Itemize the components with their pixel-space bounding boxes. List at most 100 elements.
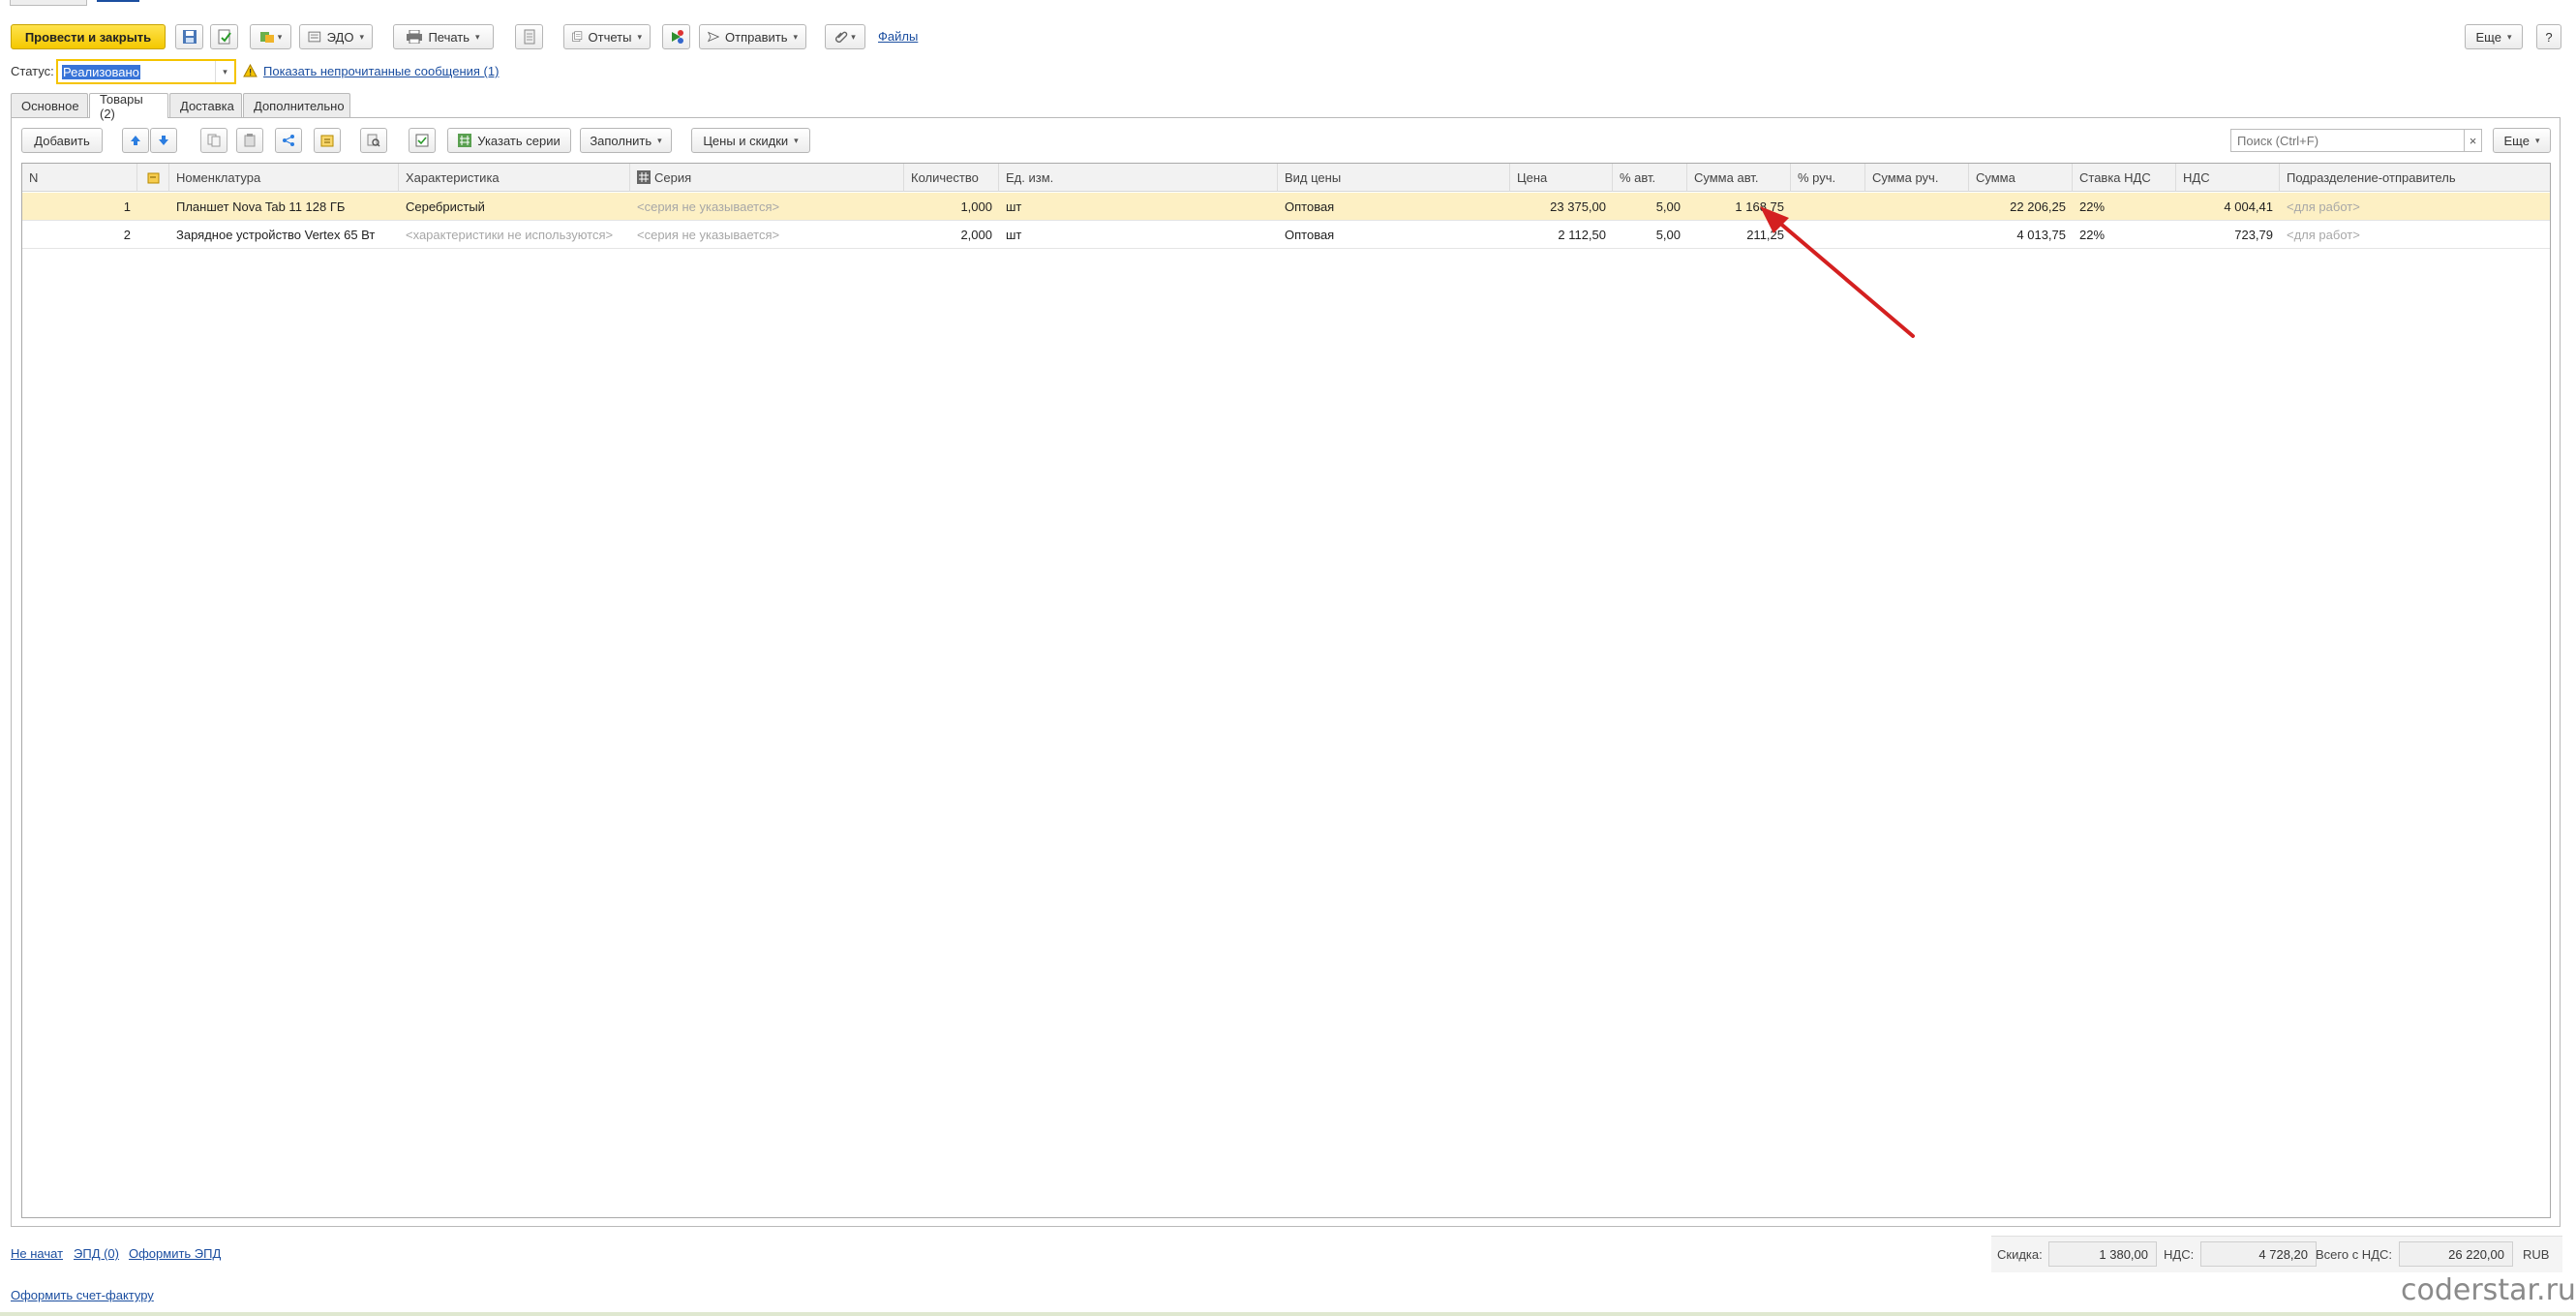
post-button[interactable] (210, 24, 238, 49)
cell-item[interactable]: Зарядное устройство Vertex 65 Вт (169, 221, 399, 249)
move-down-button[interactable] (150, 128, 177, 153)
cell-sum[interactable]: 4 013,75 (1969, 221, 2073, 249)
cell-price-type[interactable]: Оптовая (1278, 221, 1510, 249)
cell-price[interactable]: 2 112,50 (1510, 221, 1613, 249)
cell-characteristic[interactable]: Серебристый (399, 193, 630, 221)
search-input[interactable] (2230, 129, 2465, 152)
close-icon: × (2469, 133, 2477, 148)
make-epd-link[interactable]: Оформить ЭПД (129, 1246, 221, 1261)
not-started-link[interactable]: Не начат (11, 1246, 63, 1261)
grand-total-value: 26 220,00 (2399, 1241, 2513, 1267)
copy-row-button[interactable] (200, 128, 227, 153)
create-based-on-button[interactable]: ▾ (250, 24, 291, 49)
column-header-series[interactable]: Серия (630, 164, 904, 192)
cell-vat[interactable]: 4 004,41 (2176, 193, 2280, 221)
chevron-down-icon: ▾ (359, 31, 364, 42)
column-header-qty[interactable]: Количество (904, 164, 999, 192)
specify-series-button[interactable]: Указать серии (447, 128, 571, 153)
hash-icon (637, 170, 651, 184)
status-dropdown-button[interactable]: ▾ (215, 61, 234, 82)
cell-series[interactable]: <серия не указывается> (630, 221, 904, 249)
column-header-n[interactable]: N (22, 164, 137, 192)
add-row-button[interactable]: Добавить (21, 128, 103, 153)
cell-item[interactable]: Планшет Nova Tab 11 128 ГБ (169, 193, 399, 221)
cell-characteristic[interactable]: <характеристики не используются> (399, 221, 630, 249)
status-select[interactable]: Реализовано ▾ (56, 59, 236, 84)
column-header-icon[interactable] (137, 164, 169, 192)
annotation-arrow-icon (1760, 206, 1915, 338)
print-button[interactable]: Печать ▾ (393, 24, 494, 49)
cell-qty[interactable]: 2,000 (904, 221, 999, 249)
column-header-price-type[interactable]: Вид цены (1278, 164, 1510, 192)
edo-button[interactable]: ЭДО ▾ (299, 24, 373, 49)
cell-series[interactable]: <серия не указывается> (630, 193, 904, 221)
table-row[interactable]: 2 Зарядное устройство Vertex 65 Вт <хара… (22, 221, 2550, 249)
post-and-close-button[interactable]: Провести и закрыть (11, 24, 166, 49)
help-button[interactable]: ? (2536, 24, 2561, 49)
goods-table[interactable]: N Номенклатура Характеристика Серия Коли… (21, 163, 2551, 1218)
cell-price[interactable]: 23 375,00 (1510, 193, 1613, 221)
add-row-label: Добавить (34, 133, 90, 148)
top-tab-remnant (10, 0, 87, 6)
move-up-button[interactable] (122, 128, 149, 153)
cell-auto-pct[interactable]: 5,00 (1613, 193, 1687, 221)
column-header-manual-pct[interactable]: % руч. (1791, 164, 1865, 192)
grid-more-label: Еще (2503, 133, 2530, 148)
column-header-characteristic[interactable]: Характеристика (399, 164, 630, 192)
files-link[interactable]: Файлы (878, 29, 918, 44)
column-header-unit[interactable]: Ед. изм. (999, 164, 1278, 192)
pick-goods-button[interactable] (314, 128, 341, 153)
column-header-label: % авт. (1620, 169, 1656, 185)
post-document-icon (218, 29, 231, 45)
grid-more-button[interactable]: Еще ▾ (2493, 128, 2551, 153)
delete-mark-button[interactable] (515, 24, 543, 49)
cell-unit[interactable]: шт (999, 193, 1278, 221)
tab-delivery[interactable]: Доставка (169, 93, 242, 117)
column-header-auto-sum[interactable]: Сумма авт. (1687, 164, 1791, 192)
cell-price-type[interactable]: Оптовая (1278, 193, 1510, 221)
unread-messages-link[interactable]: Показать непрочитанные сообщения (1) (263, 64, 499, 78)
search-clear-button[interactable]: × (2464, 129, 2482, 152)
reports-button[interactable]: Отчеты ▾ (563, 24, 651, 49)
cell-vat-rate[interactable]: 22% (2073, 193, 2176, 221)
cell-vat-rate[interactable]: 22% (2073, 221, 2176, 249)
make-invoice-link[interactable]: Оформить счет-фактуру (11, 1288, 154, 1302)
column-header-auto-pct[interactable]: % авт. (1613, 164, 1687, 192)
cell-department[interactable]: <для работ> (2280, 193, 2550, 221)
chevron-down-icon: ▾ (277, 31, 283, 42)
cell-sum[interactable]: 22 206,25 (1969, 193, 2073, 221)
cell-qty[interactable]: 1,000 (904, 193, 999, 221)
save-button[interactable] (175, 24, 203, 49)
chevron-down-icon: ▾ (637, 31, 642, 42)
prices-discounts-button[interactable]: Цены и скидки ▾ (691, 128, 810, 153)
column-header-department[interactable]: Подразделение-отправитель (2280, 164, 2550, 192)
tab-additional-label: Дополнительно (254, 98, 345, 113)
column-header-price[interactable]: Цена (1510, 164, 1613, 192)
column-header-vat-rate[interactable]: Ставка НДС (2073, 164, 2176, 192)
cell-auto-pct[interactable]: 5,00 (1613, 221, 1687, 249)
fill-button[interactable]: Заполнить ▾ (580, 128, 672, 153)
column-header-sum[interactable]: Сумма (1969, 164, 2073, 192)
more-button[interactable]: Еще ▾ (2465, 24, 2523, 49)
structure-button[interactable] (662, 24, 690, 49)
column-header-vat[interactable]: НДС (2176, 164, 2280, 192)
send-button[interactable]: Отправить ▾ (699, 24, 806, 49)
attachments-button[interactable]: ▾ (825, 24, 865, 49)
column-header-label: НДС (2183, 169, 2210, 185)
cell-vat[interactable]: 723,79 (2176, 221, 2280, 249)
column-header-item[interactable]: Номенклатура (169, 164, 399, 192)
tab-main[interactable]: Основное (11, 93, 88, 117)
epd-link[interactable]: ЭПД (0) (74, 1246, 119, 1261)
cell-n: 1 (123, 199, 131, 214)
cell-department[interactable]: <для работ> (2280, 221, 2550, 249)
tab-goods[interactable]: Товары (2) (89, 92, 168, 121)
paste-row-button[interactable] (236, 128, 263, 153)
status-value: Реализовано (62, 64, 140, 79)
column-header-manual-sum[interactable]: Сумма руч. (1865, 164, 1969, 192)
cell-unit[interactable]: шт (999, 221, 1278, 249)
split-row-button[interactable] (275, 128, 302, 153)
table-row[interactable]: 1 Планшет Nova Tab 11 128 ГБ Серебристый… (22, 193, 2550, 221)
check-button[interactable] (409, 128, 436, 153)
tab-additional[interactable]: Дополнительно (243, 93, 350, 117)
barcode-search-button[interactable] (360, 128, 387, 153)
